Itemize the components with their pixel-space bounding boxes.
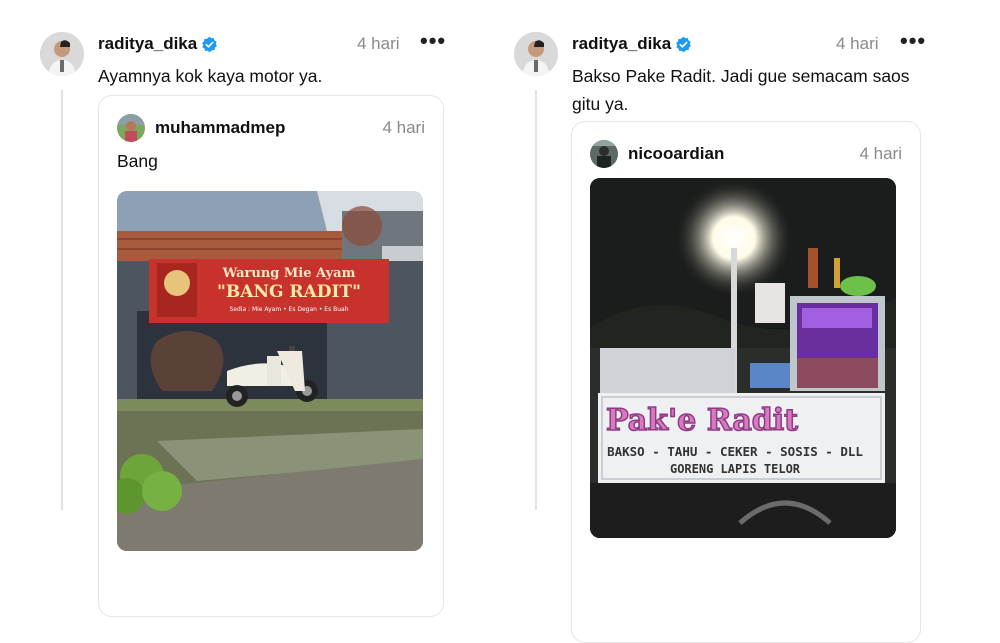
more-options-icon[interactable]: •••: [420, 28, 446, 54]
post-text-line-1: Bakso Pake Radit. Jadi gue semacam saos: [572, 66, 910, 86]
quoted-post-text: Bang: [117, 151, 158, 171]
banner-line-3: Sedia : Mie Ayam • Es Degan • Es Buah: [229, 306, 348, 313]
quoted-author-username[interactable]: nicooardian: [628, 144, 724, 164]
banner-line-1: Warung Mie Ayam: [222, 266, 356, 281]
quoted-author-avatar[interactable]: [590, 140, 618, 168]
post-time: 4 hari: [836, 34, 879, 53]
author-username[interactable]: raditya_dika: [98, 34, 197, 54]
verified-badge-icon: [202, 36, 217, 53]
thread-line: [61, 90, 63, 510]
cart-menu-line-2: GORENG LAPIS TELOR: [670, 462, 801, 476]
author-username[interactable]: raditya_dika: [572, 34, 671, 54]
verified-badge-icon: [676, 36, 691, 53]
banner-line-2: "BANG RADIT": [217, 282, 361, 302]
quoted-post[interactable]: nicooardian 4 hari Pak'e Radit BAKSO - T…: [571, 121, 921, 643]
cart-title: Pak'e Radit: [606, 403, 798, 438]
post-text: Ayamnya kok kaya motor ya.: [98, 66, 323, 86]
post-text-line-2: gitu ya.: [572, 94, 629, 114]
post-text: Bakso Pake Radit. Jadi gue semacam saos …: [572, 62, 910, 118]
quoted-post-time: 4 hari: [382, 118, 425, 137]
cart-menu-line-1: BAKSO - TAHU - CEKER - SOSIS - DLL: [607, 444, 863, 459]
author-avatar[interactable]: [40, 32, 84, 76]
quoted-author-username[interactable]: muhammadmep: [155, 118, 285, 138]
quoted-photo-cart[interactable]: Pak'e Radit BAKSO - TAHU - CEKER - SOSIS…: [590, 178, 896, 538]
quoted-post-time: 4 hari: [859, 144, 902, 163]
thread-post-2: raditya_dika 4 hari ••• Bakso Pake Radit…: [514, 0, 934, 643]
thread-line: [535, 90, 537, 510]
post-time: 4 hari: [357, 34, 400, 53]
more-options-icon[interactable]: •••: [900, 28, 926, 54]
quoted-author-avatar[interactable]: [117, 114, 145, 142]
quoted-post[interactable]: muhammadmep 4 hari Bang Warung Mie Ayam: [98, 95, 444, 617]
quoted-photo-warung[interactable]: Warung Mie Ayam "BANG RADIT" Sedia : Mie…: [117, 191, 423, 551]
author-avatar[interactable]: [514, 32, 558, 76]
thread-post-1: raditya_dika 4 hari ••• Ayamnya kok kaya…: [40, 0, 460, 617]
